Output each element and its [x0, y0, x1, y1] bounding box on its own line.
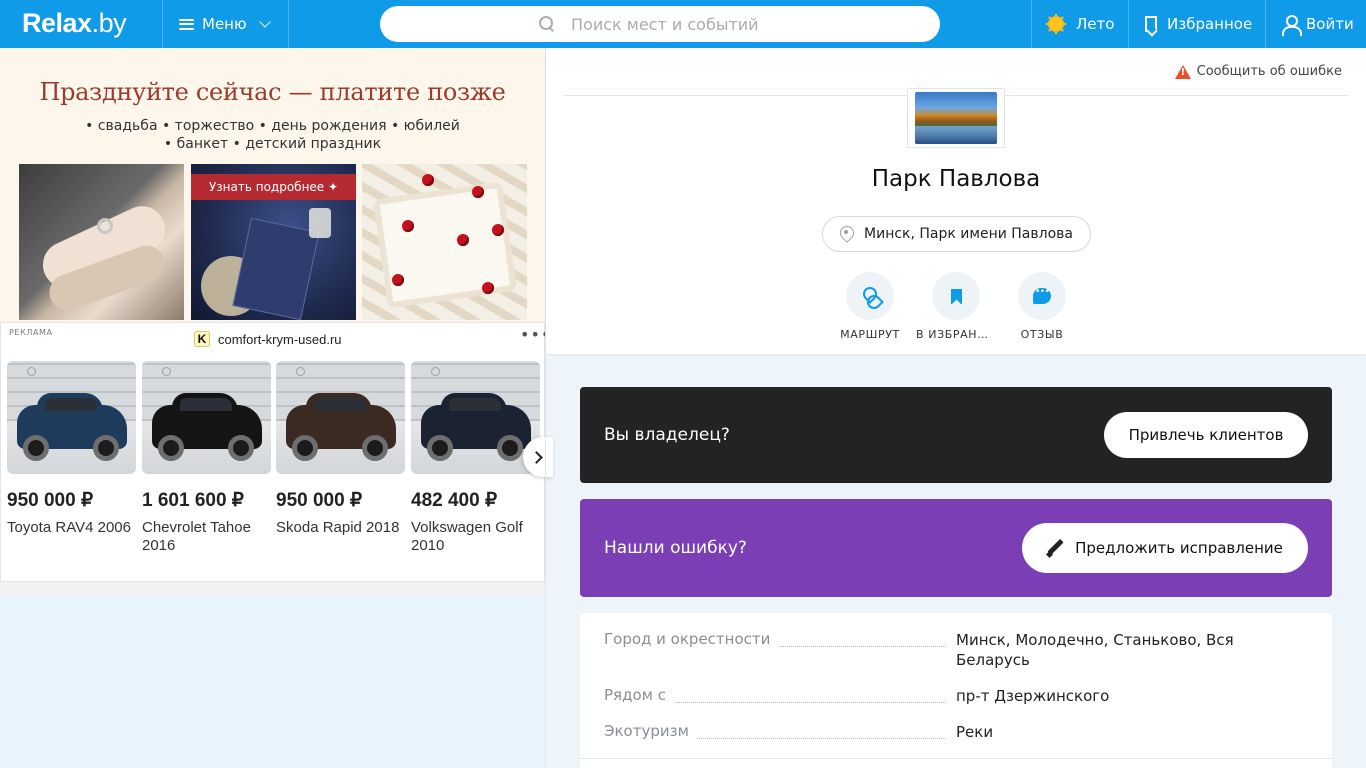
- review-button[interactable]: ОТЗЫВ: [997, 272, 1087, 341]
- owner-block: Вы владелец? Привлечь клиентов: [580, 387, 1332, 483]
- info-key: Рядом с: [604, 686, 674, 704]
- owner-question: Вы владелец?: [604, 425, 730, 445]
- warning-icon: [1174, 64, 1191, 79]
- favorites-button[interactable]: Избранное: [1145, 0, 1252, 48]
- pencil-icon: [1047, 540, 1063, 556]
- car-ad: РЕКЛАМА K comfort-krym-used.ru ••• 950 0…: [0, 322, 553, 582]
- review-icon: [1033, 287, 1051, 304]
- add-favorite-label: В ИЗБРАННОЕ: [916, 328, 996, 341]
- route-icon: [861, 287, 879, 305]
- car-name: Chevrolet Tahoe 2016: [142, 519, 251, 554]
- hamburger-icon: [179, 18, 194, 30]
- search-icon: [539, 16, 555, 32]
- attract-clients-button[interactable]: Привлечь клиентов: [1104, 412, 1308, 458]
- car-photo: [276, 361, 405, 474]
- banner-ad-title: Празднуйте сейчас — платите позже: [39, 78, 506, 106]
- info-key: Город и окрестности: [604, 630, 779, 648]
- car-price: 950 000 ₽: [7, 490, 94, 511]
- banner-ad-line: • свадьба • торжество • день рождения • …: [85, 118, 460, 134]
- banner-ad-line: • банкет • детский праздник: [163, 136, 382, 152]
- place-card: Сообщить об ошибке Парк Павлова Минск, П…: [546, 48, 1366, 354]
- menu-button[interactable]: Меню: [163, 0, 289, 48]
- sun-icon: [1046, 14, 1066, 34]
- route-button[interactable]: МАРШРУТ: [825, 272, 915, 341]
- error-question: Нашли ошибку?: [604, 538, 747, 558]
- chevron-right-icon: [529, 450, 543, 464]
- car-name: Skoda Rapid 2018: [276, 519, 400, 536]
- info-value[interactable]: Минск, Молодечно, Станьково, Вся Беларус…: [956, 630, 1256, 670]
- info-divider: [580, 758, 1332, 759]
- login-button[interactable]: Войти: [1282, 0, 1354, 48]
- chevron-down-icon: [258, 15, 271, 28]
- menu-label: Меню: [202, 15, 247, 33]
- banner-ad[interactable]: Празднуйте сейчас — платите позже • свад…: [0, 48, 545, 322]
- banner-cta-button[interactable]: Узнать подробнее ✦: [191, 174, 356, 200]
- bookmark-icon: [950, 288, 962, 304]
- car-card[interactable]: 950 000 ₽ Toyota RAV4 2006: [7, 361, 136, 537]
- ad-domain-text: comfort-krym-used.ru: [218, 331, 342, 347]
- season-label: Лето: [1076, 15, 1115, 33]
- advertiser-icon: K: [194, 331, 210, 347]
- route-label: МАРШРУТ: [840, 328, 900, 341]
- top-header: Relax.by Меню Лето Избранное Войти: [0, 0, 1366, 48]
- car-photo: [142, 361, 271, 474]
- bookmark-icon: [1145, 16, 1157, 32]
- car-price: 950 000 ₽: [276, 490, 363, 511]
- header-divider: [288, 0, 289, 48]
- header-divider: [1031, 0, 1032, 48]
- suggest-fix-button[interactable]: Предложить исправление: [1022, 523, 1308, 573]
- search-bar[interactable]: [380, 6, 940, 42]
- suggest-fix-label: Предложить исправление: [1075, 539, 1283, 557]
- location-pin-icon: [840, 226, 852, 242]
- ad-label: РЕКЛАМА: [9, 328, 53, 337]
- car-card[interactable]: 950 000 ₽ Skoda Rapid 2018: [276, 361, 405, 537]
- ad-footer-strip: [0, 582, 545, 596]
- header-divider: [1265, 0, 1266, 48]
- add-favorite-button[interactable]: В ИЗБРАННОЕ: [911, 272, 1001, 341]
- site-logo[interactable]: Relax.by: [22, 8, 127, 39]
- search-input[interactable]: [571, 14, 781, 34]
- car-photo: [7, 361, 136, 474]
- report-error-label: Сообщить об ошибке: [1196, 64, 1342, 79]
- info-value[interactable]: Реки: [956, 722, 1256, 742]
- car-photo: [411, 361, 540, 474]
- banner-photo-table: Узнать подробнее ✦: [191, 164, 356, 320]
- car-card[interactable]: 1 601 600 ₽ Chevrolet Tahoe 2016: [142, 361, 271, 555]
- car-card[interactable]: 482 400 ₽ Volkswagen Golf 2010: [411, 361, 540, 555]
- report-error-link[interactable]: Сообщить об ошибке: [1174, 64, 1342, 79]
- info-key: Экотуризм: [604, 722, 697, 740]
- user-icon: [1282, 15, 1302, 36]
- banner-photo-hands: [19, 164, 184, 320]
- season-button[interactable]: Лето: [1046, 0, 1114, 48]
- ad-domain[interactable]: K comfort-krym-used.ru: [194, 331, 342, 347]
- banner-photo-cake: [362, 164, 527, 320]
- car-name: Volkswagen Golf 2010: [411, 519, 523, 554]
- address-text: Минск, Парк имени Павлова: [864, 226, 1073, 242]
- address-button[interactable]: Минск, Парк имени Павлова: [822, 216, 1091, 252]
- error-block: Нашли ошибку? Предложить исправление: [580, 499, 1332, 597]
- car-name: Toyota RAV4 2006: [7, 519, 131, 536]
- place-title: Парк Павлова: [871, 166, 1041, 192]
- info-value[interactable]: пр-т Дзержинского: [956, 686, 1256, 706]
- review-label: ОТЗЫВ: [1020, 328, 1064, 341]
- info-table: Город и окрестности Минск, Молодечно, Ст…: [580, 613, 1332, 768]
- favorites-label: Избранное: [1167, 15, 1253, 33]
- login-label: Войти: [1306, 15, 1354, 33]
- car-price: 1 601 600 ₽: [142, 490, 244, 511]
- place-photo-image: [915, 92, 997, 144]
- car-price: 482 400 ₽: [411, 490, 498, 511]
- place-photo[interactable]: [907, 88, 1005, 148]
- header-divider: [1128, 0, 1129, 48]
